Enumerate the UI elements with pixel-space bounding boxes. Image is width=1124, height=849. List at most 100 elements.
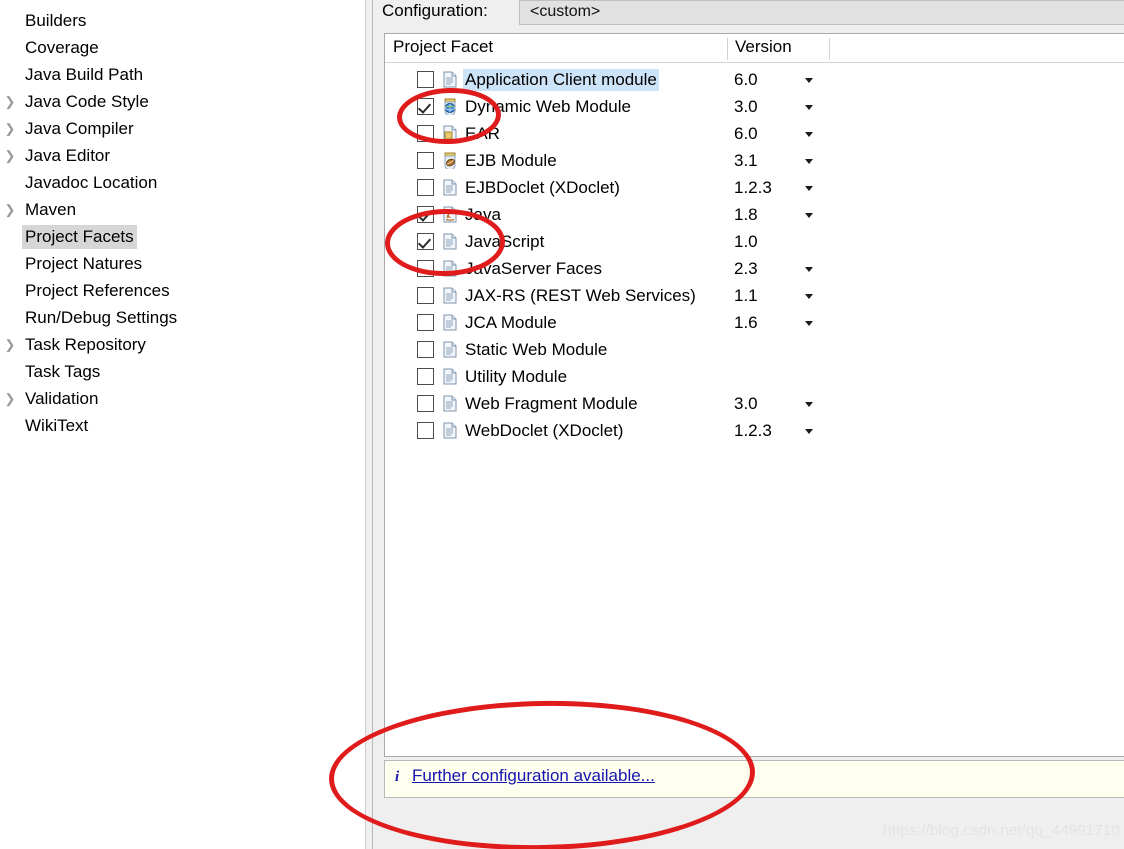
chevron-right-icon[interactable]: ❯ [2,95,18,108]
facet-version[interactable]: 1.1 [734,285,758,307]
table-row[interactable]: JavaServer Faces2.3 [385,256,1124,283]
facet-version[interactable]: 3.0 [734,393,758,415]
sidebar-item-project-facets[interactable]: Project Facets [0,223,365,250]
table-row[interactable]: Web Fragment Module3.0 [385,391,1124,418]
configuration-combobox[interactable]: <custom> [519,0,1124,25]
sidebar-item-builders[interactable]: Builders [0,7,365,34]
facet-version[interactable]: 6.0 [734,69,758,91]
column-separator-1[interactable] [727,38,728,60]
web-module-icon [442,98,458,115]
sidebar-item-maven[interactable]: ❯ Maven [0,196,365,223]
chevron-down-icon[interactable] [805,294,813,299]
sidebar-item-project-natures[interactable]: Project Natures [0,250,365,277]
table-row[interactable]: JCA Module1.6 [385,310,1124,337]
sidebar-item-validation[interactable]: ❯ Validation [0,385,365,412]
facet-checkbox[interactable] [417,368,434,385]
chevron-down-icon[interactable] [805,159,813,164]
chevron-right-icon[interactable]: ❯ [2,203,18,216]
chevron-down-icon[interactable] [805,213,813,218]
further-configuration-link[interactable]: Further configuration available... [412,766,655,786]
facet-checkbox[interactable] [417,179,434,196]
facet-checkbox[interactable] [417,287,434,304]
chevron-right-icon[interactable]: ❯ [2,122,18,135]
table-row[interactable]: Dynamic Web Module3.0 [385,94,1124,121]
facet-version[interactable]: 6.0 [734,123,758,145]
sidebar-item-label: WikiText [22,414,91,438]
facet-name: Application Client module [463,69,659,91]
facet-name: EAR [463,123,502,145]
chevron-right-icon[interactable]: ❯ [2,392,18,405]
facet-version[interactable]: 1.8 [734,204,758,226]
chevron-right-icon[interactable]: ❯ [2,338,18,351]
column-separator-2[interactable] [829,38,830,60]
document-icon [442,341,458,358]
configuration-row: Configuration: <custom> [373,0,1124,27]
table-row[interactable]: Application Client module 6.0 [385,67,1124,94]
table-row[interactable]: Utility Module [385,364,1124,391]
facet-checkbox[interactable] [417,341,434,358]
facet-checkbox[interactable] [417,233,434,250]
column-header-project-facet[interactable]: Project Facet [393,37,493,57]
chevron-down-icon[interactable] [805,186,813,191]
facet-checkbox[interactable] [417,314,434,331]
facet-version[interactable]: 1.0 [734,231,758,253]
chevron-down-icon[interactable] [805,267,813,272]
sidebar-item-run-debug-settings[interactable]: Run/Debug Settings [0,304,365,331]
java-icon [442,206,458,223]
watermark-text: https://blog.csdn.net/qq_44991710 [883,822,1120,839]
facet-name: JavaScript [463,231,546,253]
chevron-right-icon[interactable]: ❯ [2,149,18,162]
chevron-down-icon[interactable] [805,429,813,434]
facet-checkbox[interactable] [417,206,434,223]
sidebar-item-java-build-path[interactable]: Java Build Path [0,61,365,88]
sidebar-item-java-compiler[interactable]: ❯ Java Compiler [0,115,365,142]
sidebar-item-coverage[interactable]: Coverage [0,34,365,61]
column-header-version[interactable]: Version [735,37,792,57]
facet-checkbox[interactable] [417,98,434,115]
chevron-down-icon[interactable] [805,132,813,137]
sidebar-item-label: Javadoc Location [22,171,160,195]
facet-checkbox[interactable] [417,125,434,142]
facet-checkbox[interactable] [417,260,434,277]
table-row[interactable]: JAX-RS (REST Web Services)1.1 [385,283,1124,310]
facet-version[interactable]: 3.0 [734,96,758,118]
facet-checkbox[interactable] [417,422,434,439]
chevron-down-icon[interactable] [805,402,813,407]
facet-version[interactable]: 1.2.3 [734,177,772,199]
sidebar-item-label: Validation [22,387,101,411]
facet-version[interactable]: 3.1 [734,150,758,172]
sidebar-item-label: Maven [22,198,79,222]
further-configuration-box: i Further configuration available... [384,760,1124,798]
facet-version[interactable]: 1.6 [734,312,758,334]
sidebar-item-label: Java Compiler [22,117,137,141]
table-row[interactable]: EJB Module 3.1 [385,148,1124,175]
sidebar-item-label: Builders [22,9,89,33]
sidebar-item-task-tags[interactable]: Task Tags [0,358,365,385]
sidebar-item-project-references[interactable]: Project References [0,277,365,304]
facet-table[interactable]: Project Facet Version Application Client… [384,33,1124,757]
sidebar-item-java-code-style[interactable]: ❯Java Code Style [0,88,365,115]
facet-name: EJB Module [463,150,559,172]
sidebar-item-label: Project Natures [22,252,145,276]
table-row[interactable]: JavaScript 1.0 [385,229,1124,256]
project-facets-page: Configuration: <custom> Project Facet Ve… [373,0,1124,849]
table-row[interactable]: Static Web Module [385,337,1124,364]
document-icon [442,71,458,88]
table-row[interactable]: Java1.8 [385,202,1124,229]
table-row[interactable]: WebDoclet (XDoclet)1.2.3 [385,418,1124,445]
facet-checkbox[interactable] [417,152,434,169]
table-row[interactable]: EAR 6.0 [385,121,1124,148]
chevron-down-icon[interactable] [805,321,813,326]
sidebar-item-java-editor[interactable]: ❯Java Editor [0,142,365,169]
facet-checkbox[interactable] [417,395,434,412]
facet-checkbox[interactable] [417,71,434,88]
sidebar-item-javadoc-location[interactable]: Javadoc Location [0,169,365,196]
sidebar-item-wikitext[interactable]: WikiText [0,412,365,439]
chevron-down-icon[interactable] [805,105,813,110]
sidebar-item-task-repository[interactable]: ❯Task Repository [0,331,365,358]
facet-version[interactable]: 2.3 [734,258,758,280]
chevron-down-icon[interactable] [805,78,813,83]
facet-version[interactable]: 1.2.3 [734,420,772,442]
preferences-tree[interactable]: BuildersCoverageJava Build Path❯Java Cod… [0,0,365,849]
table-row[interactable]: EJBDoclet (XDoclet)1.2.3 [385,175,1124,202]
